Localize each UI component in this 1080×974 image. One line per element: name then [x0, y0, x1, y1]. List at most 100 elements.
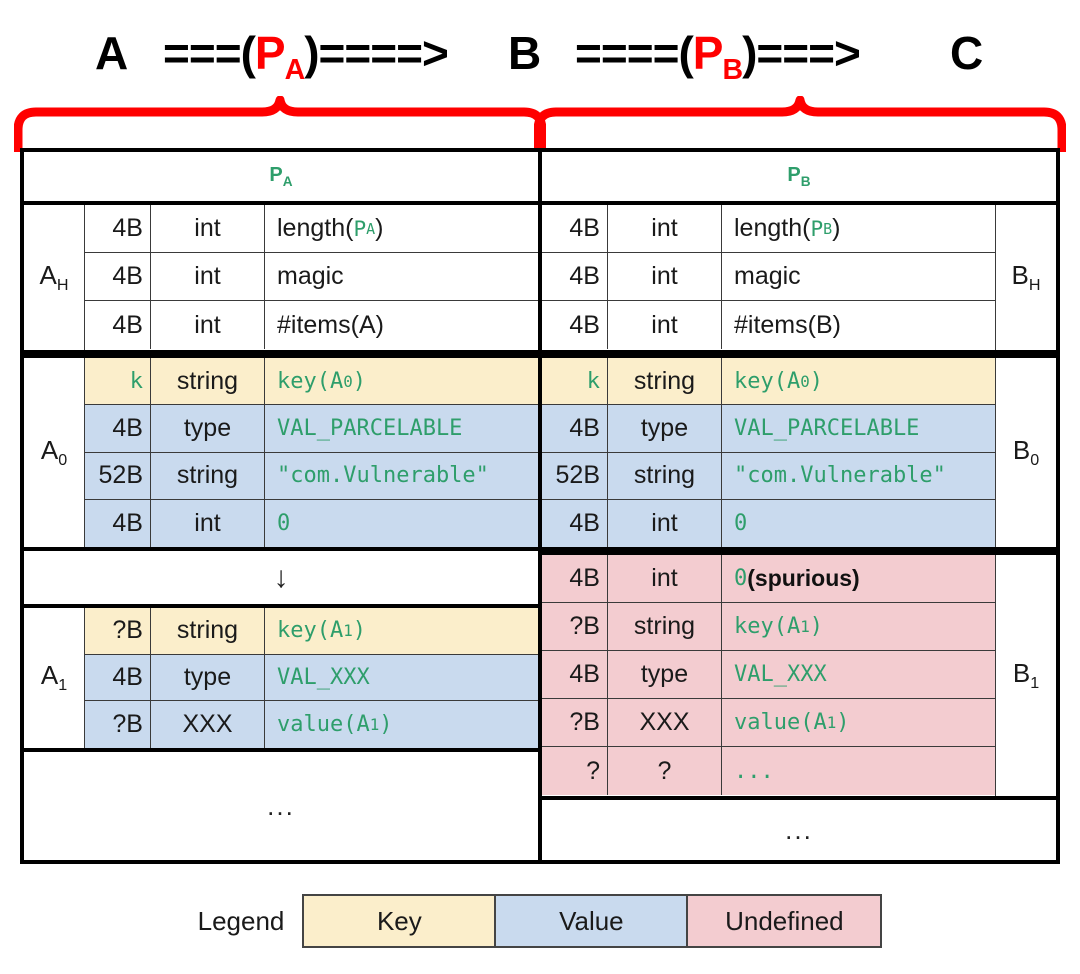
block-a1-label: A1 [24, 608, 85, 748]
cell-type: string [151, 452, 265, 499]
cell-value-pname: P [353, 216, 367, 241]
cell-type: type [151, 654, 265, 701]
block-a0-label-sub: 0 [58, 451, 68, 470]
cell-value-sub: 1 [800, 617, 810, 636]
cell-value: magic [277, 262, 344, 290]
parcel-layout-table: PA AH 4B int length(P A) 4B int magic 4… [20, 148, 1060, 864]
block-b1: 4B int 0 (spurious) ?B string key(A 1) 4B… [542, 551, 1056, 800]
cell-value-head: key(A [277, 618, 344, 644]
block-b1-label-sub: 1 [1030, 674, 1040, 693]
cell-type: XXX [151, 701, 265, 748]
cell-size: 4B [85, 301, 151, 349]
block-a-header: AH 4B int length(P A) 4B int magic 4B i… [24, 205, 538, 354]
cell-value: VAL_XXX [734, 662, 827, 687]
block-a1-label-sub: 1 [58, 676, 68, 695]
cell-type: string [608, 358, 722, 405]
cell-value: "com.Vulnerable" [734, 463, 946, 489]
flow-arrow-b: ====(PB)===> [575, 30, 861, 87]
section-a-title-sub: A [282, 174, 293, 189]
table-row: ?B string key(A 1) [85, 608, 538, 655]
a-gap-arrow-row: ↓ [24, 551, 538, 604]
table-row: 4B type VAL_XXX [542, 651, 995, 699]
cell-value: ... [734, 758, 774, 784]
legend-label: Legend [197, 905, 285, 936]
cell-type: XXX [608, 699, 722, 746]
cell-value-note: (spurious) [747, 565, 860, 591]
cell-value: #items(A) [277, 310, 384, 339]
section-b-title: PB [542, 152, 1056, 205]
table-row: k string key(A 0) [85, 358, 538, 406]
section-parcel-a: PA AH 4B int length(P A) 4B int magic 4… [20, 148, 540, 864]
cell-size: k [85, 358, 151, 405]
cell-type: int [608, 499, 722, 547]
legend-swatches: Key Value Undefined [302, 894, 883, 948]
flow-arrow-a: ===(PA)====> [163, 27, 449, 87]
cell-size: 4B [542, 253, 608, 300]
flow-arrow-a-pre: ===( [163, 27, 256, 79]
brace-b-icon [534, 96, 1066, 152]
flow-node-a: A [95, 27, 129, 79]
table-row: ? ? ... [542, 747, 995, 795]
block-b0-rows: k string key(A 0) 4B type VAL_PARCELABLE … [542, 358, 995, 547]
cell-size: 52B [542, 452, 608, 499]
block-a0-label: A0 [24, 358, 85, 547]
cell-value: 0 (spurious) [722, 555, 995, 602]
cell-value: value(A 1) [722, 699, 995, 746]
block-a0-rows: k string key(A 0) 4B type VAL_PARCELABLE … [85, 358, 538, 547]
cell-type: type [608, 651, 722, 698]
legend-item-key: Key [304, 896, 497, 946]
cell-value-sub: 1 [369, 715, 380, 735]
block-a-header-label: AH [24, 205, 85, 350]
cell-value: VAL_PARCELABLE [277, 415, 463, 441]
brace-a-icon [14, 96, 546, 152]
block-a-header-rows: 4B int length(P A) 4B int magic 4B int #i… [85, 205, 538, 350]
cell-type: int [608, 301, 722, 349]
cell-size: 4B [85, 205, 151, 252]
flow-node-c: C [950, 27, 984, 79]
ellipsis-text: ... [785, 814, 813, 845]
block-b1-label: B1 [995, 555, 1056, 796]
block-a-header-label-text: A [39, 259, 57, 290]
cell-size: 4B [542, 301, 608, 349]
cell-value-head: value(A [277, 712, 370, 738]
flow-arrow-a-sub: A [284, 54, 306, 87]
cell-value-tail: ) [352, 618, 367, 644]
cell-size: 4B [542, 405, 608, 452]
cell-size: 4B [85, 654, 151, 701]
cell-value-tail: ) [836, 710, 850, 735]
cell-type: type [608, 405, 722, 452]
block-b-header-label-sub: H [1028, 276, 1041, 295]
cell-size: ?B [542, 603, 608, 650]
cell-value-tail: ) [809, 368, 824, 394]
cell-type: string [151, 358, 265, 405]
cell-size: 4B [542, 555, 608, 602]
section-a-title-label: P [269, 164, 283, 186]
cell-value-head: key(A [734, 368, 801, 394]
section-a-title: PA [24, 152, 538, 205]
table-row: ?B XXX value(A 1) [542, 699, 995, 747]
cell-value-head: key(A [277, 368, 344, 394]
cell-type: string [151, 608, 265, 654]
block-b-header-label: BH [995, 205, 1056, 350]
cell-type: int [608, 205, 722, 252]
table-row: 4B int magic [542, 253, 995, 301]
cell-size: ?B [85, 701, 151, 748]
ellipsis-text: ... [267, 790, 295, 821]
cell-value: VAL_XXX [277, 665, 370, 690]
cell-size: ?B [542, 699, 608, 746]
flow-arrow-b-sub: B [722, 54, 743, 87]
cell-value: 0 [277, 510, 291, 536]
cell-value: VAL_PARCELABLE [734, 415, 920, 441]
cell-value-psub: B [823, 219, 833, 238]
cell-value: value(A 1) [265, 701, 538, 748]
block-a-header-label-sub: H [56, 276, 69, 295]
cell-value-tail: ) [379, 712, 393, 738]
section-b-title-sub: B [800, 174, 811, 189]
cell-type: string [608, 603, 722, 650]
b-tail-ellipsis: ... [542, 800, 1056, 860]
legend-item-undefined: Undefined [688, 896, 881, 946]
table-row: 4B int 0 (spurious) [542, 555, 995, 603]
cell-type: int [151, 499, 265, 547]
table-row: 4B int #items(B) [542, 301, 995, 349]
table-row: 4B int 0 [85, 499, 538, 547]
